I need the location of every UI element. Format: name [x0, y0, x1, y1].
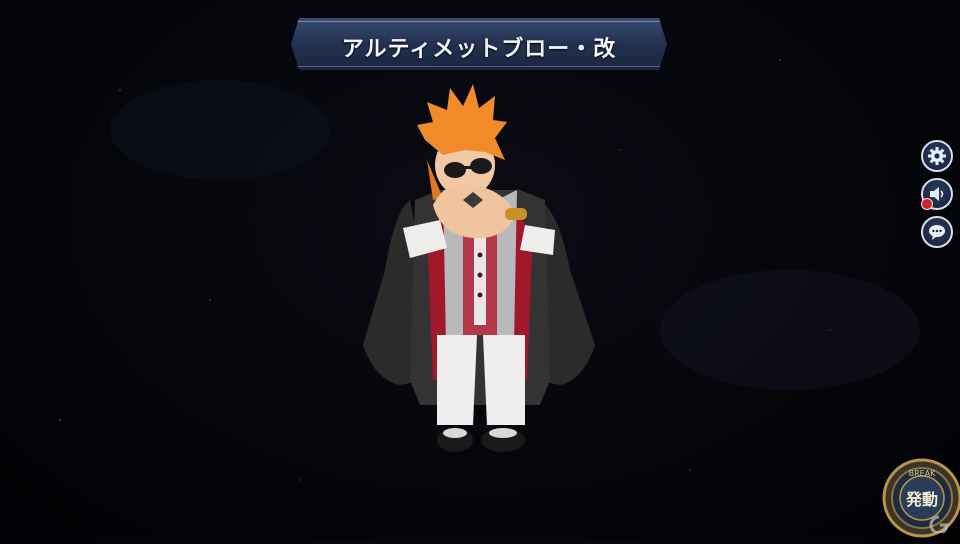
- mute-indicator: [921, 198, 933, 210]
- emblem-main-text: 発動: [905, 490, 938, 509]
- chat-button[interactable]: [921, 216, 953, 248]
- settings-button[interactable]: [921, 140, 953, 172]
- chat-bubble-icon: [929, 225, 945, 240]
- gear-icon: [928, 147, 946, 165]
- character-sprite: [355, 80, 605, 474]
- skill-name: アルティメットブロー・改: [341, 37, 617, 62]
- sound-button[interactable]: [921, 178, 953, 210]
- emblem-top-text: BREAK: [909, 469, 937, 478]
- site-logo-icon: [928, 515, 950, 537]
- skill-name-banner: アルティメットブロー・改: [291, 18, 667, 70]
